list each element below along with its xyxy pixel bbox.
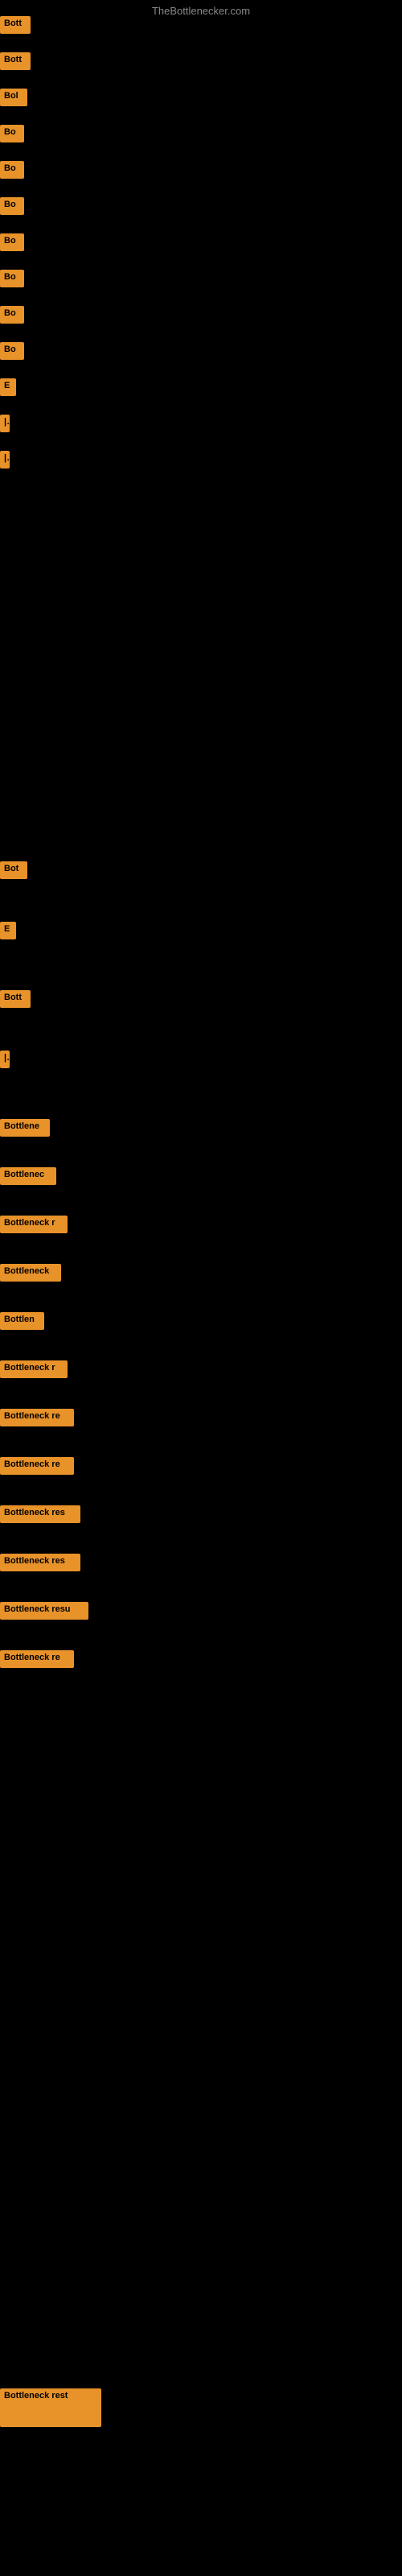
list-item[interactable]: Bo	[0, 270, 24, 287]
list-item[interactable]: Bottlenec	[0, 1167, 56, 1185]
list-item[interactable]: Bo	[0, 342, 24, 360]
list-item[interactable]: Bott	[0, 52, 31, 70]
list-item[interactable]: Bottleneck resu	[0, 1602, 88, 1620]
list-item[interactable]: E	[0, 378, 16, 396]
list-item[interactable]: Bo	[0, 197, 24, 215]
list-item[interactable]: Bottleneck r	[0, 1216, 68, 1233]
list-item[interactable]: E	[0, 922, 16, 939]
list-item[interactable]: Bott	[0, 16, 31, 34]
list-item[interactable]: Bo	[0, 161, 24, 179]
list-item[interactable]: Bottleneck r	[0, 1360, 68, 1378]
list-item[interactable]: Bottleneck res	[0, 1505, 80, 1523]
list-item[interactable]: Bottleneck res	[0, 1554, 80, 1571]
list-item[interactable]: Bottleneck re	[0, 1457, 74, 1475]
list-item[interactable]: Bottlene	[0, 1119, 50, 1137]
list-item[interactable]: Bottlen	[0, 1312, 44, 1330]
list-item[interactable]: Bol	[0, 89, 27, 106]
list-item[interactable]: |	[0, 1051, 10, 1068]
list-item[interactable]: Bottleneck re	[0, 1650, 74, 1668]
list-item[interactable]: Bottleneck rest	[0, 2388, 101, 2427]
list-item[interactable]: Bottleneck re	[0, 1409, 74, 1426]
list-item[interactable]: |	[0, 451, 10, 469]
list-item[interactable]: Bo	[0, 306, 24, 324]
list-item[interactable]: Bo	[0, 233, 24, 251]
list-item[interactable]: Bo	[0, 125, 24, 142]
site-title: TheBottlenecker.com	[152, 5, 250, 17]
list-item[interactable]: |	[0, 415, 10, 432]
list-item[interactable]: Bot	[0, 861, 27, 879]
list-item[interactable]: Bottleneck	[0, 1264, 61, 1282]
list-item[interactable]: Bott	[0, 990, 31, 1008]
